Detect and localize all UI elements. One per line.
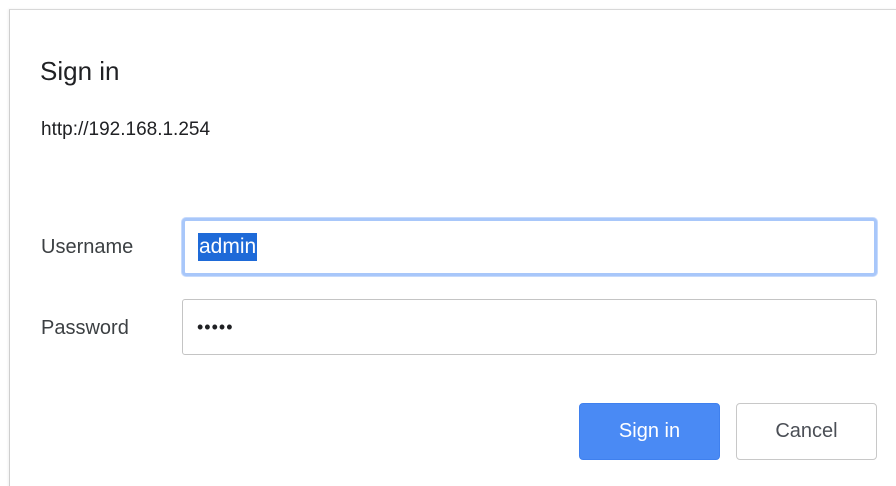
password-value: ••••• [197, 317, 234, 337]
cancel-button[interactable]: Cancel [736, 403, 877, 460]
username-input[interactable]: admin [182, 218, 877, 276]
sign-in-dialog: Sign in http://192.168.1.254 Username ad… [9, 9, 896, 486]
screen: Sign in http://192.168.1.254 Username ad… [0, 0, 896, 486]
username-value: admin [198, 233, 258, 261]
sign-in-button[interactable]: Sign in [579, 403, 720, 460]
dialog-title: Sign in [40, 56, 120, 86]
background-edge [0, 0, 9, 486]
password-label: Password [41, 317, 129, 339]
username-label: Username [41, 236, 134, 258]
dialog-url: http://192.168.1.254 [41, 119, 211, 140]
password-input[interactable]: ••••• [182, 299, 877, 355]
